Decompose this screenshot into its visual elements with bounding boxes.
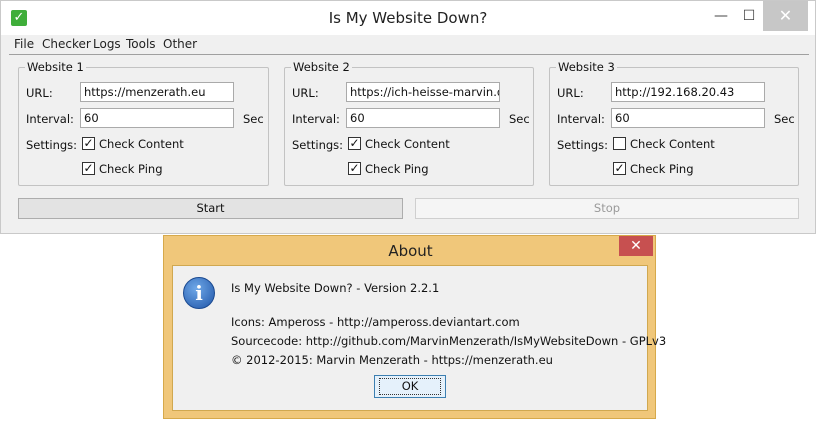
main-window: ✓ Is My Website Down? — ☐ ✕ File Checker… [0,0,816,234]
check-ping-checkbox[interactable]: ✓ [348,162,361,175]
website-3-group: Website 3 URL: http://192.168.20.43 Inte… [549,60,799,186]
about-dialog: About ✕ i Is My Website Down? - Version … [163,235,666,419]
copyright-text: © 2012-2015: Marvin Menzerath - https://… [231,353,553,367]
settings-label: Settings: [292,138,344,152]
icons-credit-text: Icons: Ampeross - http://ampeross.devian… [231,315,520,329]
url-label: URL: [26,86,53,100]
url-input[interactable]: https://ich-heisse-marvin.de [346,82,500,102]
interval-label: Interval: [292,112,340,126]
maximize-button[interactable]: ☐ [731,1,767,31]
check-ping-checkbox[interactable]: ✓ [613,162,626,175]
start-button[interactable]: Start [18,198,403,219]
menu-checker[interactable]: Checker [42,37,91,51]
menu-bar: File Checker Logs Tools Other [1,35,815,55]
url-label: URL: [557,86,584,100]
website-2-group: Website 2 URL: https://ich-heisse-marvin… [284,60,534,186]
check-ping-label: Check Ping [99,162,163,176]
check-ping-label: Check Ping [365,162,429,176]
about-close-button[interactable]: ✕ [619,236,653,256]
settings-label: Settings: [26,138,78,152]
check-ping-checkbox[interactable]: ✓ [82,162,95,175]
interval-label: Interval: [26,112,74,126]
group-title: Website 1 [25,60,86,74]
close-button[interactable]: ✕ [763,1,808,31]
url-label: URL: [292,86,319,100]
settings-label: Settings: [557,138,609,152]
url-input[interactable]: https://menzerath.eu [80,82,234,102]
ok-label: OK [378,378,442,395]
check-content-label: Check Content [365,137,450,151]
menu-file[interactable]: File [14,37,34,51]
group-title: Website 3 [556,60,617,74]
info-icon: i [183,277,215,309]
url-input[interactable]: http://192.168.20.43 [611,82,765,102]
check-content-checkbox[interactable]: ✓ [348,137,361,150]
check-content-checkbox[interactable] [613,137,626,150]
interval-input[interactable]: 60 [611,108,765,128]
sourcecode-text: Sourcecode: http://github.com/MarvinMenz… [231,334,667,348]
window-title: Is My Website Down? [328,9,488,27]
menu-logs[interactable]: Logs [93,37,121,51]
version-text: Is My Website Down? - Version 2.2.1 [231,281,440,295]
interval-label: Interval: [557,112,605,126]
stop-button[interactable]: Stop [415,198,799,219]
interval-input[interactable]: 60 [80,108,234,128]
interval-input[interactable]: 60 [346,108,500,128]
menu-divider [9,54,809,55]
menu-tools[interactable]: Tools [126,37,156,51]
check-ping-label: Check Ping [630,162,694,176]
about-title: About [388,242,433,260]
ok-button[interactable]: OK [374,375,446,398]
check-content-label: Check Content [630,137,715,151]
group-title: Website 2 [291,60,352,74]
sec-label: Sec [774,112,795,126]
check-content-label: Check Content [99,137,184,151]
check-content-checkbox[interactable]: ✓ [82,137,95,150]
sec-label: Sec [509,112,530,126]
website-1-group: Website 1 URL: https://menzerath.eu Inte… [18,60,269,186]
sec-label: Sec [243,112,264,126]
menu-other[interactable]: Other [163,37,197,51]
about-content: i Is My Website Down? - Version 2.2.1 Ic… [172,265,666,411]
title-bar: ✓ Is My Website Down? — ☐ ✕ [1,1,815,35]
